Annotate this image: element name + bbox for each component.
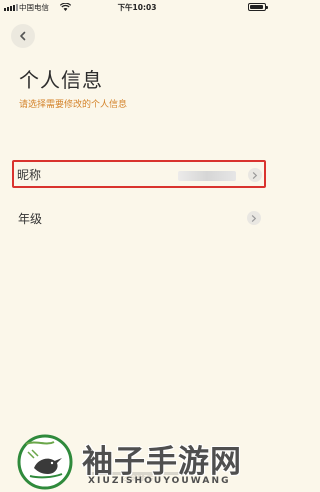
nickname-label: 昵称 xyxy=(17,167,42,182)
grade-label: 年级 xyxy=(18,211,43,226)
status-time: 下午10:03 xyxy=(117,3,157,12)
watermark-subtitle: XIUZISHOUYOUWANG xyxy=(88,476,231,486)
watermark-title: 袖子手游网 xyxy=(82,444,242,480)
nickname-value-blurred xyxy=(178,171,236,181)
watermark-logo xyxy=(17,434,73,490)
watermark: 袖子手游网 XIUZISHOUYOUWANG xyxy=(0,420,274,492)
nickname-row[interactable]: 昵称 xyxy=(12,160,266,188)
chevron-right-icon xyxy=(247,211,261,225)
grade-row[interactable]: 年级 xyxy=(15,203,265,233)
back-arrow-icon xyxy=(20,31,26,41)
page-subtitle: 请选择需要修改的个人信息 xyxy=(19,100,128,110)
chevron-right-icon xyxy=(248,168,262,182)
page-title: 个人信息 xyxy=(19,68,103,92)
status-bar: 中国电信 下午10:03 xyxy=(0,0,274,14)
back-button[interactable] xyxy=(11,24,35,48)
battery-icon xyxy=(248,3,268,11)
